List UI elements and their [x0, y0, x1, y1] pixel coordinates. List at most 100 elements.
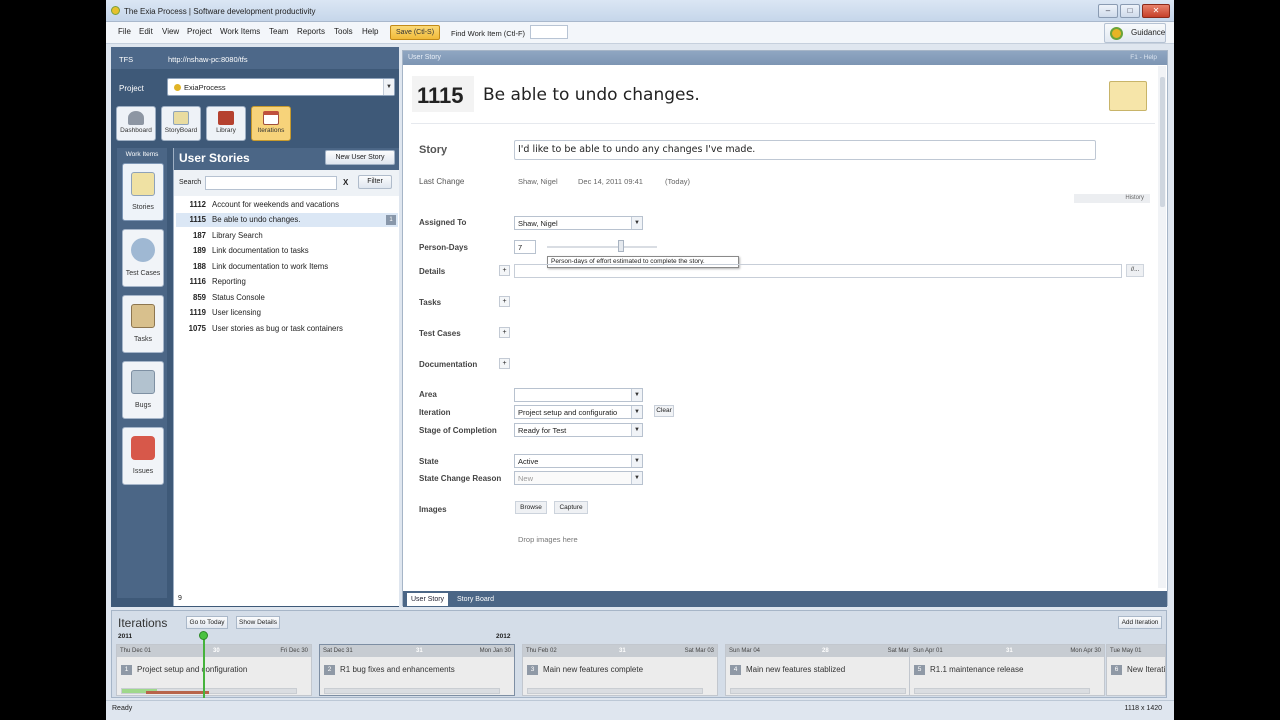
nav-iterations-label: Iterations [257, 127, 285, 134]
iteration-card[interactable]: Tue May 01 6 New Iteratio [1106, 644, 1166, 696]
guidance-button[interactable]: Guidance [1104, 23, 1166, 43]
story-title: Link documentation to work Items [212, 262, 329, 271]
wi-stories[interactable]: Stories [122, 163, 164, 221]
nav-storyboard-label: StoryBoard [164, 127, 198, 134]
new-user-story-button[interactable]: New User Story [325, 150, 395, 165]
filter-button[interactable]: Filter [358, 175, 392, 189]
search-input[interactable] [205, 176, 337, 190]
iteration-start: Tue May 01 [1110, 648, 1142, 654]
show-details-button[interactable]: Show Details [236, 616, 280, 629]
menu-tools[interactable]: Tools [334, 27, 353, 36]
wi-test-cases[interactable]: Test Cases [122, 229, 164, 287]
story-row[interactable]: 1119 User licensing [176, 306, 398, 320]
story-row[interactable]: 188 Link documentation to work Items [176, 260, 398, 274]
iteration-card[interactable]: Thu Feb 02 31 Sat Mar 03 3 Main new featur… [522, 644, 718, 696]
story-id: 1116 [189, 277, 206, 286]
app-window: The Exia Process | Software development … [106, 0, 1174, 720]
details-expand-button[interactable]: + [499, 265, 510, 276]
test-cases-add-button[interactable]: + [499, 327, 510, 338]
iteration-card[interactable]: Sat Dec 31 31 Mon Jan 30 2 R1 bug fixes an… [319, 644, 515, 696]
iteration-label: Iteration [419, 408, 451, 417]
wi-bugs[interactable]: Bugs [122, 361, 164, 419]
iteration-name: New Iteratio [1127, 665, 1166, 674]
history-button[interactable]: History [1074, 194, 1150, 203]
project-select[interactable]: ExiaProcess ▼ [167, 78, 395, 96]
area-select[interactable]: ▼ [514, 388, 643, 402]
iteration-progress [324, 688, 500, 694]
scrollbar-thumb[interactable] [1160, 77, 1165, 207]
find-work-item-input[interactable] [530, 25, 568, 39]
tab-story-board[interactable]: Story Board [453, 593, 498, 606]
test-cases-label: Test Cases [419, 329, 461, 338]
menu-view[interactable]: View [162, 27, 179, 36]
tab-user-story[interactable]: User Story [407, 593, 449, 606]
details-editor-button[interactable]: //... [1126, 264, 1144, 277]
nav-storyboard[interactable]: StoryBoard [161, 106, 201, 141]
close-button[interactable]: ✕ [1142, 4, 1170, 18]
maximize-button[interactable]: □ [1120, 4, 1140, 18]
story-row[interactable]: 189 Link documentation to tasks [176, 244, 398, 258]
tasks-add-button[interactable]: + [499, 296, 510, 307]
project-status-icon [174, 84, 181, 91]
person-days-slider[interactable] [547, 246, 657, 248]
story-row[interactable]: 859 Status Console [176, 291, 398, 305]
left-pane: TFS http://nshaw-pc:8080/tfs Project Exi… [111, 47, 399, 607]
browse-button[interactable]: Browse [515, 501, 547, 514]
story-row[interactable]: 1112 Account for weekends and vacations [176, 198, 398, 212]
iteration-clear-button[interactable]: Clear [654, 405, 674, 417]
story-title: Reporting [212, 277, 246, 286]
search-clear-button[interactable]: X [343, 178, 348, 187]
story-title-display[interactable]: Be able to undo changes. [483, 85, 700, 105]
user-stories-title: User Stories [179, 151, 250, 165]
wi-issues[interactable]: Issues [122, 427, 164, 485]
story-text-field[interactable]: I'd like to be able to undo any changes … [514, 140, 1096, 160]
go-to-today-button[interactable]: Go to Today [186, 616, 228, 629]
capture-button[interactable]: Capture [554, 501, 588, 514]
iteration-name: Main new features stablized [746, 665, 846, 674]
iteration-start: Sun Mar 04 [729, 648, 761, 654]
menu-team[interactable]: Team [269, 27, 289, 36]
wi-stories-label: Stories [132, 204, 154, 211]
menu-reports[interactable]: Reports [297, 27, 325, 36]
iteration-card[interactable]: Sun Mar 04 28 Sat Mar 31 4 Main new featur… [725, 644, 921, 696]
issues-icon [131, 436, 155, 460]
person-days-slider-thumb[interactable] [618, 240, 624, 252]
menu-file[interactable]: File [118, 27, 131, 36]
story-title: Link documentation to tasks [212, 246, 309, 255]
assigned-to-value: Shaw, Nigel [518, 219, 558, 228]
add-iteration-button[interactable]: Add Iteration [1118, 616, 1162, 629]
story-title: Account for weekends and vacations [212, 200, 339, 209]
today-marker-handle[interactable] [199, 631, 208, 640]
stage-select[interactable]: Ready for Test ▼ [514, 423, 643, 437]
iteration-card[interactable]: Sun Apr 01 31 Mon Apr 30 5 R1.1 maintenanc… [909, 644, 1105, 696]
state-select[interactable]: Active ▼ [514, 454, 643, 468]
chevron-down-icon: ▼ [631, 406, 642, 418]
tfs-label: TFS [119, 55, 134, 64]
minimize-button[interactable]: – [1098, 4, 1118, 18]
menu-help[interactable]: Help [362, 27, 378, 36]
menu-edit[interactable]: Edit [139, 27, 153, 36]
story-row-selected[interactable]: 1115 Be able to undo changes. 1 [176, 213, 398, 227]
wi-tasks[interactable]: Tasks [122, 295, 164, 353]
drop-images-zone[interactable]: Drop images here [518, 535, 578, 544]
assigned-to-select[interactable]: Shaw, Nigel ▼ [514, 216, 643, 230]
iteration-select[interactable]: Project setup and configuratio ▼ [514, 405, 643, 419]
help-link[interactable]: F1 - Help [1130, 54, 1157, 61]
iteration-card[interactable]: Thu Dec 01 30 Fri Dec 30 1 Project setup a… [116, 644, 312, 696]
menu-work-items[interactable]: Work Items [220, 27, 260, 36]
nav-dashboard[interactable]: Dashboard [116, 106, 156, 141]
iteration-value: Project setup and configuratio [518, 408, 618, 417]
story-row[interactable]: 1116 Reporting [176, 275, 398, 289]
person-days-input[interactable]: 7 [514, 240, 536, 254]
nav-iterations[interactable]: Iterations [251, 106, 291, 141]
user-story-icon [1109, 81, 1147, 111]
story-row[interactable]: 1075 User stories as bug or task containe… [176, 322, 398, 336]
iteration-name: R1 bug fixes and enhancements [340, 665, 455, 674]
story-row[interactable]: 187 Library Search [176, 229, 398, 243]
documentation-add-button[interactable]: + [499, 358, 510, 369]
menu-project[interactable]: Project [187, 27, 212, 36]
save-button[interactable]: Save (Ctl-S) [390, 25, 440, 40]
nav-library[interactable]: Library [206, 106, 246, 141]
dashboard-icon [128, 111, 144, 125]
details-field[interactable] [514, 264, 1122, 278]
